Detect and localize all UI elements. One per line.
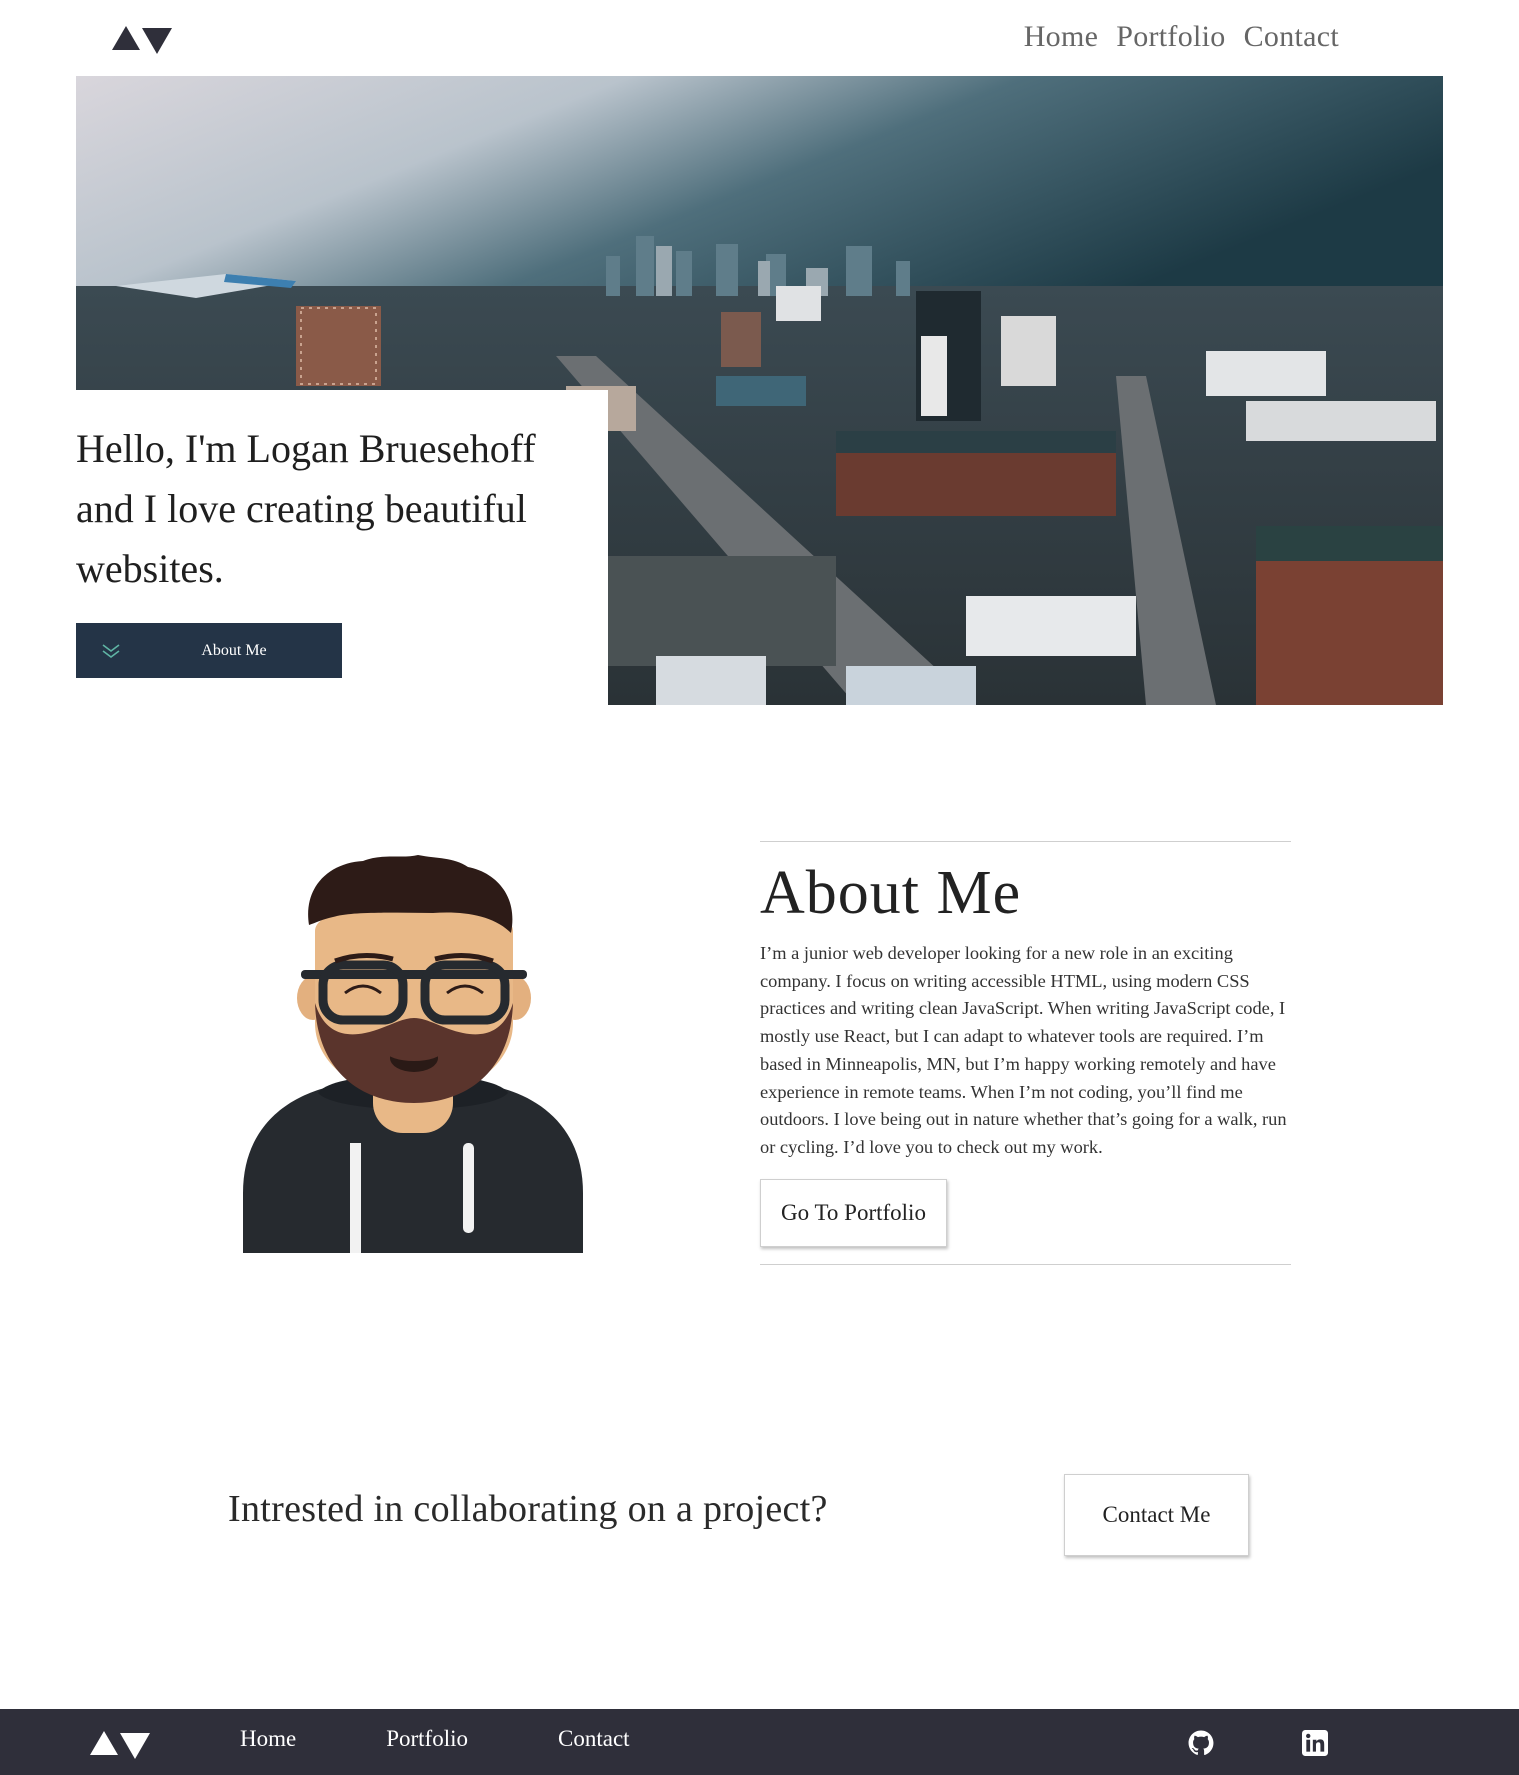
header-nav: Home Portfolio Contact [1024,20,1339,54]
nav-portfolio-link[interactable]: Portfolio [1116,20,1225,54]
about-title: About Me [760,859,1022,927]
about-bottom-divider [760,1264,1291,1265]
github-icon[interactable] [1188,1730,1214,1756]
footer: Home Portfolio Contact [0,1709,1519,1775]
footer-nav-portfolio-link[interactable]: Portfolio [386,1726,468,1752]
contact-me-button[interactable]: Contact Me [1064,1474,1249,1556]
about-me-button[interactable]: About Me [76,623,342,678]
nav-contact-link[interactable]: Contact [1244,20,1339,54]
footer-nav: Home Portfolio Contact [240,1726,720,1752]
footer-nav-home-link[interactable]: Home [240,1726,296,1752]
avatar-illustration [243,855,583,1253]
about-me-button-label: About Me [201,641,267,659]
about-top-divider [760,841,1291,842]
footer-logo[interactable] [90,1729,150,1759]
footer-nav-contact-link[interactable]: Contact [558,1726,630,1752]
header-logo[interactable] [112,24,174,54]
go-to-portfolio-button[interactable]: Go To Portfolio [760,1179,947,1247]
linkedin-icon[interactable] [1302,1730,1328,1756]
hero-heading: Hello, I'm Logan Bruesehoff and I love c… [76,426,536,591]
cta-text: Intrested in collaborating on a project? [228,1488,828,1530]
nav-home-link[interactable]: Home [1024,20,1099,54]
about-body-text: I’m a junior web developer looking for a… [760,943,1287,1157]
